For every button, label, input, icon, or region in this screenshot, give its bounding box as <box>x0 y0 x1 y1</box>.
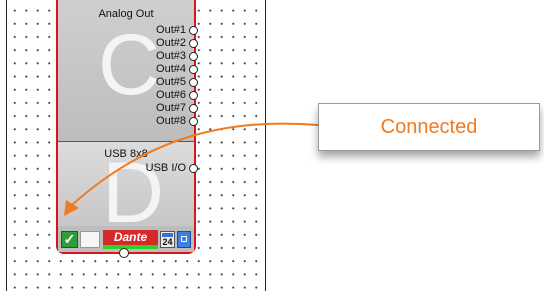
usb-port-dot[interactable] <box>189 164 198 173</box>
settings-icon[interactable] <box>177 231 191 248</box>
dante-level-bar <box>103 245 158 249</box>
port-label: Out#2 <box>156 37 186 49</box>
output-port-dot[interactable] <box>189 65 198 74</box>
module-analog-out[interactable]: Analog Out C Out#1 Out#2 Out#3 Out#4 Out… <box>58 0 194 142</box>
port-label: Out#1 <box>156 24 186 36</box>
output-port-dot[interactable] <box>189 91 198 100</box>
port-label: Out#8 <box>156 115 186 127</box>
port-label: Out#4 <box>156 63 186 75</box>
blank-indicator <box>80 231 100 248</box>
connected-callout: Connected <box>318 103 540 151</box>
device-block[interactable]: Analog Out C Out#1 Out#2 Out#3 Out#4 Out… <box>56 0 196 254</box>
calendar-24-icon[interactable]: 24 <box>160 231 175 248</box>
port-label: Out#3 <box>156 50 186 62</box>
port-label: Out#5 <box>156 76 186 88</box>
output-port-dot[interactable] <box>189 52 198 61</box>
output-port-dot[interactable] <box>189 26 198 35</box>
port-label: USB I/O <box>145 162 186 174</box>
port-label: Out#7 <box>156 102 186 114</box>
output-port-dot[interactable] <box>189 117 198 126</box>
checkmark-icon[interactable]: ✓ <box>61 231 78 248</box>
module-letter: C <box>98 17 161 113</box>
control-port-dot[interactable] <box>119 248 129 258</box>
output-port-dot[interactable] <box>189 78 198 87</box>
dante-badge: Dante <box>103 230 158 245</box>
port-label: Out#6 <box>156 89 186 101</box>
output-port-dot[interactable] <box>189 39 198 48</box>
output-port-dot[interactable] <box>189 104 198 113</box>
module-usb[interactable]: USB 8x8 D USB I/O <box>58 142 194 236</box>
